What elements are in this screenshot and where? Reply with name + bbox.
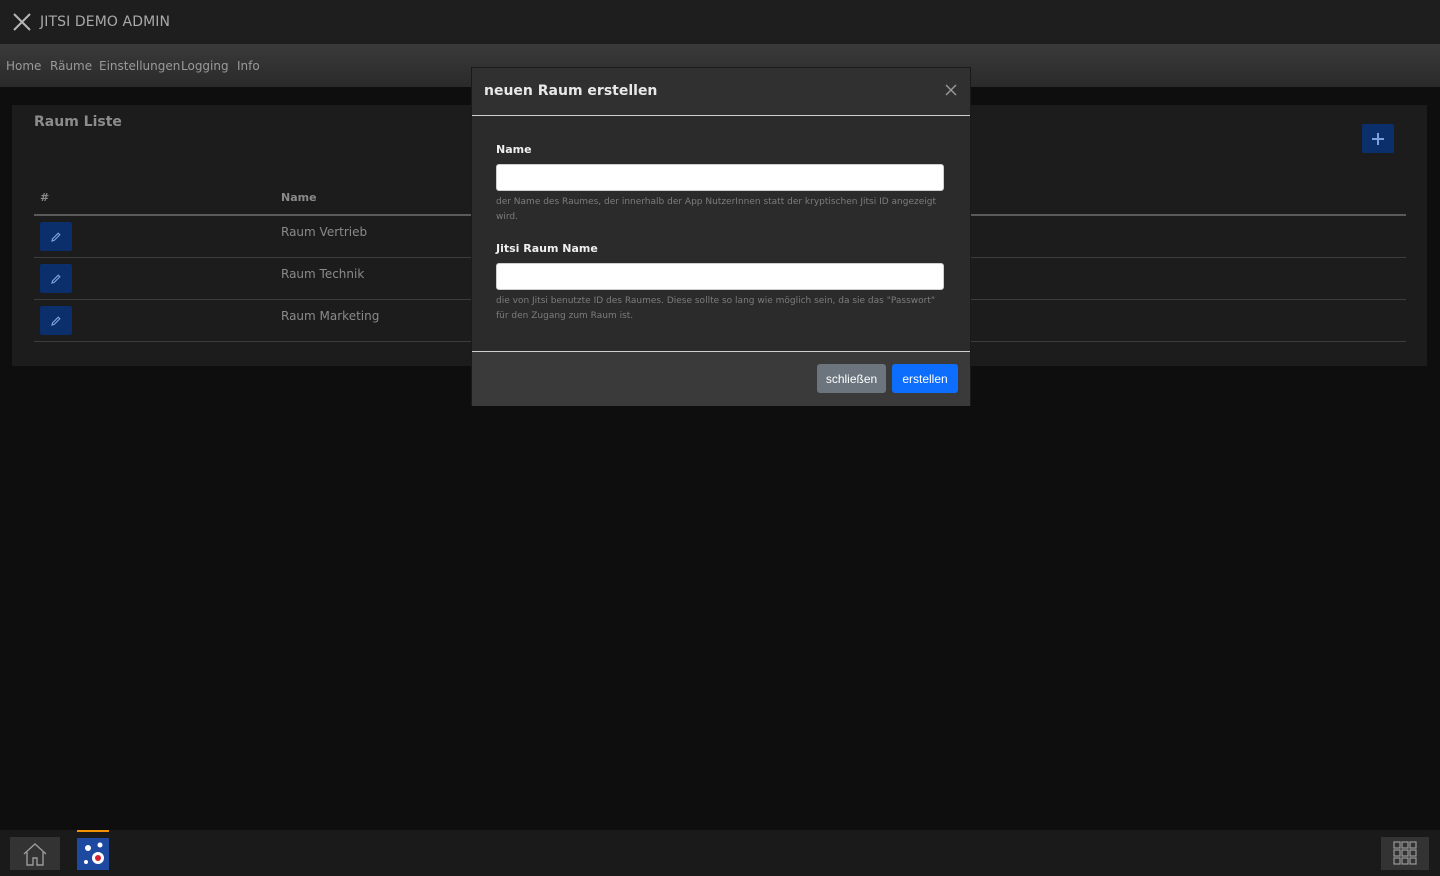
active-indicator (77, 830, 109, 832)
jitsi-app-taskbar-icon[interactable] (77, 830, 109, 870)
name-help-text: der Name des Raumes, der innerhalb der A… (496, 197, 936, 222)
jitsi-room-name-input[interactable] (496, 263, 944, 290)
title-bar: JITSI DEMO ADMIN (0, 0, 1440, 44)
nav-item-rooms[interactable]: Räume (50, 59, 92, 73)
room-name: Raum Technik (281, 267, 365, 281)
nav-item-settings[interactable]: Einstellungen (99, 59, 180, 73)
pencil-icon (51, 315, 61, 326)
column-header-name: Name (281, 191, 317, 204)
home-icon (23, 843, 47, 866)
modal-title: neuen Raum erstellen (484, 83, 658, 99)
nav-item-home[interactable]: Home (6, 59, 41, 73)
close-icon[interactable] (944, 83, 958, 97)
nav-item-logging[interactable]: Logging (181, 59, 229, 73)
taskbar (0, 830, 1440, 876)
panel-title: Raum Liste (34, 114, 122, 130)
edit-room-button[interactable] (40, 264, 72, 293)
create-button[interactable]: erstellen (892, 364, 958, 393)
column-header-index: # (40, 191, 50, 204)
name-input[interactable] (496, 164, 944, 191)
app-title: JITSI DEMO ADMIN (40, 14, 171, 30)
name-label: Name (496, 143, 532, 156)
app-icon (77, 838, 109, 870)
edit-room-button[interactable] (40, 306, 72, 335)
room-name: Raum Vertrieb (281, 225, 368, 239)
apps-grid-button[interactable] (1381, 837, 1429, 870)
create-room-modal: neuen Raum erstellen Name der Name des R… (471, 67, 971, 406)
modal-header: neuen Raum erstellen (472, 68, 970, 116)
add-room-button[interactable] (1362, 124, 1394, 153)
jitsi-room-name-help-text: die von Jitsi benutzte ID des Raumes. Di… (496, 296, 936, 321)
edit-room-button[interactable] (40, 222, 72, 251)
nav-item-info[interactable]: Info (237, 59, 260, 73)
modal-footer: schließen erstellen (472, 351, 970, 406)
room-name: Raum Marketing (281, 309, 380, 323)
grid-icon (1393, 841, 1417, 865)
home-button[interactable] (10, 837, 60, 870)
close-button[interactable]: schließen (817, 364, 886, 393)
jitsi-room-name-label: Jitsi Raum Name (496, 242, 598, 255)
pencil-icon (51, 231, 61, 242)
pencil-icon (51, 273, 61, 284)
close-icon[interactable] (12, 12, 32, 32)
plus-icon (1372, 132, 1384, 145)
